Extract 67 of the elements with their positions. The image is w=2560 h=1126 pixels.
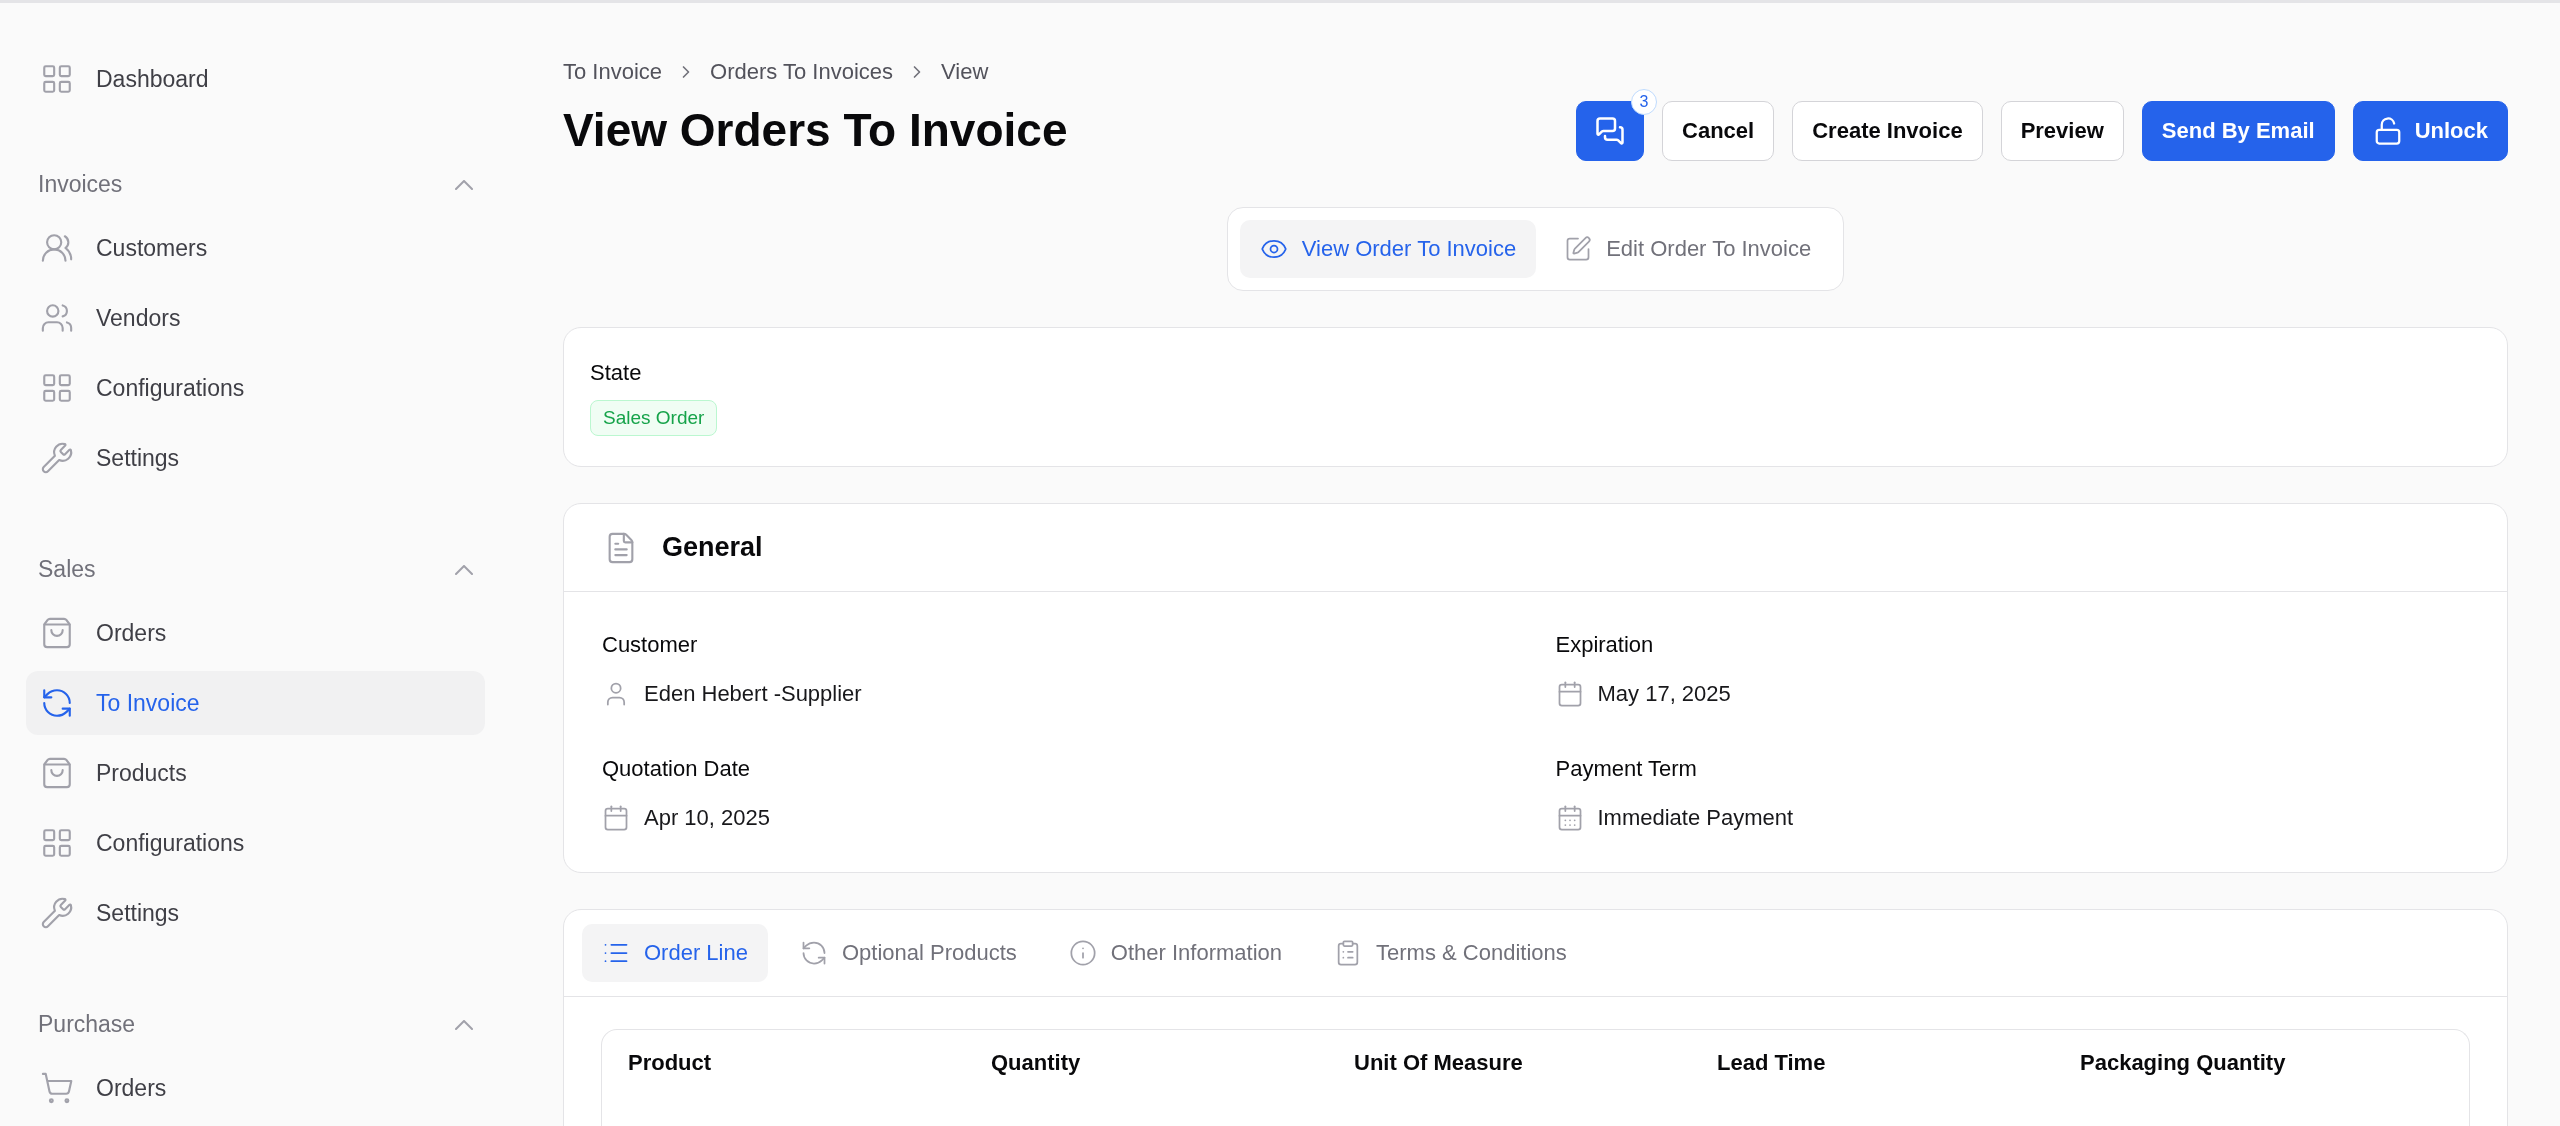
column-header: Lead Time	[1717, 1050, 1827, 1076]
column-header: Quantity	[991, 1050, 1082, 1076]
section-title: Sales	[38, 556, 96, 583]
section-title: Invoices	[38, 171, 123, 198]
section-title: Purchase	[38, 1011, 136, 1038]
grid-icon	[40, 371, 74, 405]
sidebar-item[interactable]: Vendors	[26, 286, 485, 350]
tab[interactable]: Optional Products	[779, 924, 1037, 982]
chat-icon	[1595, 116, 1626, 146]
sidebar-item[interactable]: Products	[26, 741, 485, 805]
column-header: Product	[628, 1050, 713, 1076]
unlock-button[interactable]: Unlock	[2352, 101, 2508, 161]
sidebar-item[interactable]: Dashboard	[26, 53, 485, 105]
grid-icon	[40, 826, 74, 860]
sidebar-item[interactable]: Configurations	[26, 811, 485, 875]
chevron-up-icon	[455, 1019, 473, 1030]
column-header: Packaging Quantity	[2080, 1050, 2287, 1076]
info-icon	[1068, 939, 1097, 967]
wrench-icon	[40, 896, 74, 930]
sidebar-item[interactable]: Configurations	[26, 356, 485, 420]
field-label: Payment Term	[1555, 756, 1698, 782]
bag-icon	[40, 616, 74, 650]
view-tab[interactable]: View Order To Invoice	[1239, 220, 1537, 278]
pencil-icon	[1564, 235, 1593, 263]
action-button[interactable]: Send By Email	[2141, 101, 2335, 161]
chevron-up-icon	[455, 564, 473, 575]
count-badge: 3	[1631, 89, 1658, 115]
bag-icon	[40, 756, 74, 790]
action-button[interactable]: Create Invoice	[1792, 101, 1983, 161]
field-value: May 17, 2025	[1597, 681, 1731, 707]
sidebar-item[interactable]: To Invoice	[26, 671, 485, 735]
action-button[interactable]: Cancel	[1662, 101, 1775, 161]
sidebar-item[interactable]: Settings	[26, 881, 485, 945]
action-button[interactable]: Preview	[2000, 101, 2124, 161]
field-label: Expiration	[1555, 632, 1655, 658]
breadcrumb-link[interactable]: To Invoice	[563, 59, 663, 85]
sync-icon	[40, 686, 74, 720]
collapse-toggle[interactable]	[455, 179, 473, 190]
sidebar-item[interactable]: Orders	[26, 601, 485, 665]
tab[interactable]: Terms & Conditions	[1314, 924, 1587, 982]
sidebar-item[interactable]: Settings	[26, 426, 485, 490]
grid-icon	[40, 62, 74, 96]
status-badge: Sales Order	[590, 400, 718, 436]
wrench-icon	[40, 441, 74, 475]
sidebar-item[interactable]: Orders	[26, 1056, 485, 1120]
page-title: View Orders To Invoice	[563, 103, 1068, 157]
column-header: Unit Of Measure	[1354, 1050, 1524, 1076]
users-icon	[40, 231, 74, 265]
breadcrumb-link[interactable]: Orders To Invoices	[710, 59, 894, 85]
group-icon	[40, 301, 74, 335]
collapse-toggle[interactable]	[455, 564, 473, 575]
sidebar-item[interactable]: Customers	[26, 216, 485, 280]
view-tab[interactable]: Edit Order To Invoice	[1544, 220, 1832, 278]
field-value: Immediate Payment	[1597, 805, 1794, 831]
tab[interactable]: Order Line	[582, 924, 768, 982]
calendar-icon	[602, 804, 630, 832]
breadcrumb-link[interactable]: View	[941, 59, 989, 85]
cart-icon	[40, 1071, 74, 1105]
field-value: Apr 10, 2025	[644, 805, 770, 831]
field-label: Quotation Date	[602, 756, 751, 782]
field-label: State	[590, 360, 642, 386]
chevron-up-icon	[455, 179, 473, 190]
field-label: Customer	[602, 632, 699, 658]
card-title: General	[662, 532, 763, 563]
field-value: Eden Hebert -Supplier	[644, 681, 862, 707]
tab[interactable]: Other Information	[1048, 924, 1302, 982]
collapse-toggle[interactable]	[455, 1019, 473, 1030]
